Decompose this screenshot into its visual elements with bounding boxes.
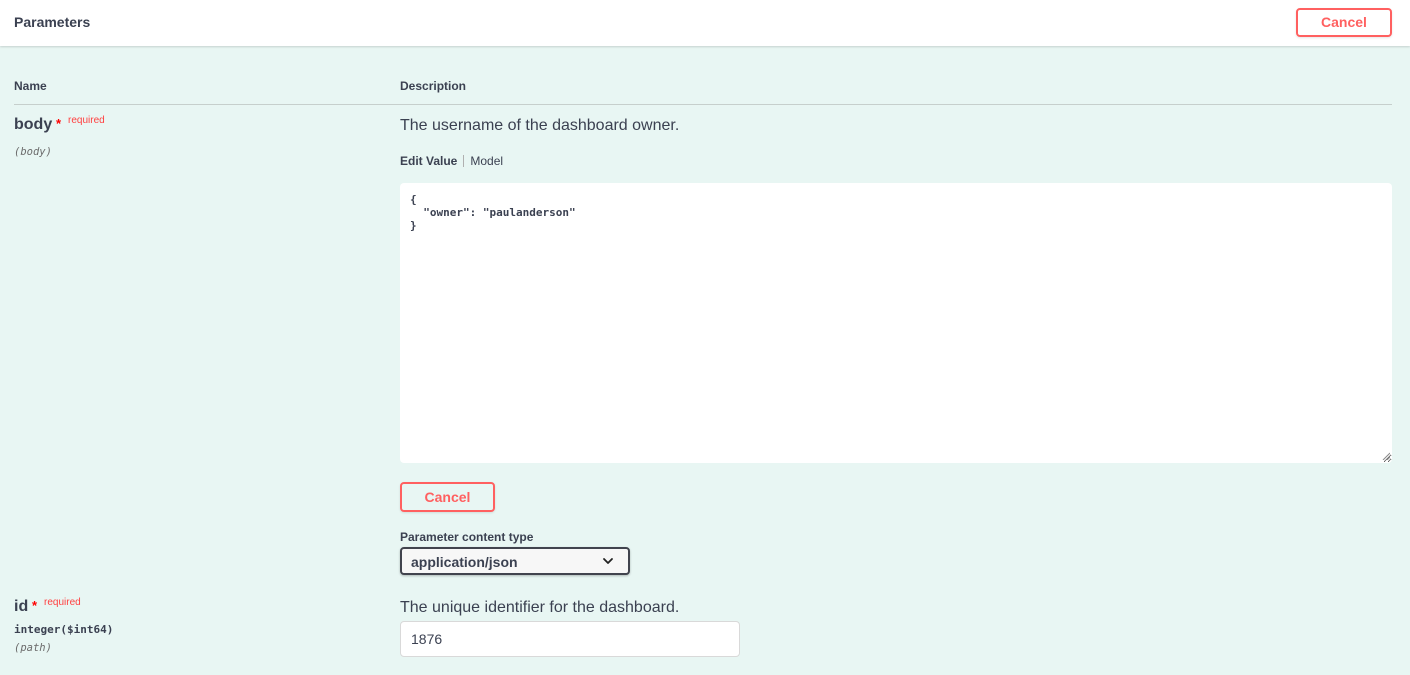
body-cancel-button[interactable]: Cancel (400, 482, 495, 512)
required-label: required (68, 115, 105, 126)
tab-edit-value[interactable]: Edit Value (400, 154, 457, 168)
param-name-body: body (14, 116, 53, 133)
param-name-id: id (14, 598, 29, 615)
required-star: * (32, 598, 38, 613)
param-description-body: The username of the dashboard owner. (400, 117, 680, 134)
param-type-id: integer($int64) (14, 623, 114, 636)
section-title: Parameters (14, 14, 91, 30)
parameters-header: Parameters Cancel (0, 0, 1410, 46)
tab-model[interactable]: Model (470, 154, 503, 168)
param-location-body: (body) (14, 146, 52, 158)
edit-model-tabs: Edit Value Model (400, 154, 503, 168)
column-header-name: Name (14, 79, 47, 93)
header-divider (14, 104, 1392, 105)
column-header-description: Description (400, 79, 467, 93)
content-type-label: Parameter content type (400, 530, 534, 544)
id-input[interactable] (400, 621, 740, 657)
header-cancel-button[interactable]: Cancel (1296, 8, 1392, 37)
content-type-select[interactable]: application/json (400, 547, 630, 575)
body-json-editor[interactable]: { "owner": "paulanderson" } (400, 183, 1392, 463)
content-type-value: application/json (411, 554, 518, 570)
param-description-id: The unique identifier for the dashboard. (400, 599, 680, 616)
tab-separator (463, 155, 465, 167)
param-location-id: (path) (14, 642, 52, 654)
resize-grip-icon[interactable] (1382, 452, 1390, 460)
required-star: * (56, 116, 62, 131)
chevron-down-icon (603, 558, 613, 564)
required-label: required (44, 597, 81, 608)
